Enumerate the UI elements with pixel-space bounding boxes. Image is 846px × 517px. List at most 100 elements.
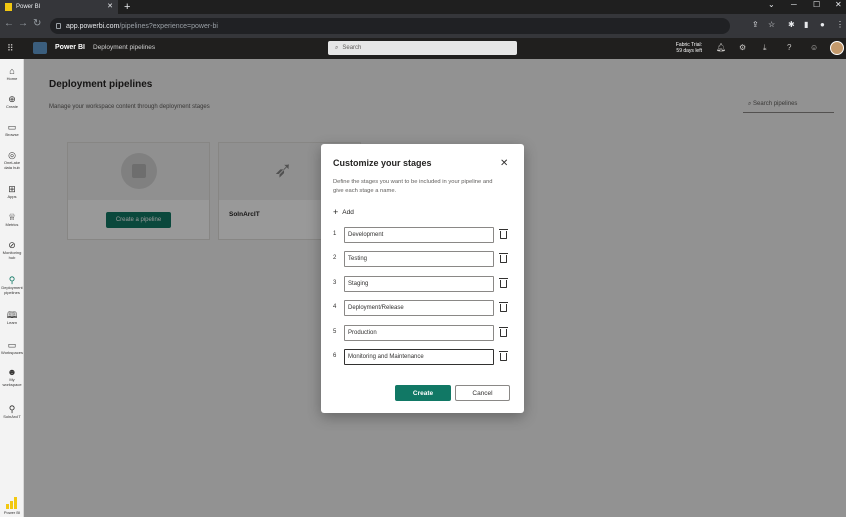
book-icon: 🕮︎ <box>6 310 18 320</box>
nav-home[interactable]: ⌂ Home <box>0 66 24 81</box>
dialog-title: Customize your stages <box>333 158 432 168</box>
delete-stage-trash-icon[interactable] <box>499 302 508 312</box>
workspace-logo-icon <box>33 42 47 54</box>
profile-icon[interactable]: ● <box>820 20 825 29</box>
nav-apps[interactable]: ⊞ Apps <box>0 184 24 199</box>
nav-workspaces[interactable]: ▭ Workspaces <box>0 340 24 355</box>
stage-row: 3 Staging <box>333 276 513 292</box>
stage-row: 5 Production <box>333 325 513 341</box>
new-tab-button[interactable]: + <box>124 0 130 14</box>
nav-label: Workspaces <box>1 350 23 355</box>
settings-gear-icon[interactable]: ⚙ <box>739 43 746 52</box>
forward-icon[interactable]: → <box>18 18 28 29</box>
pipeline-icon: ⚲ <box>8 275 16 285</box>
nav-metrics[interactable]: ♕ Metrics <box>0 212 24 227</box>
bookmark-star-icon[interactable]: ☆ <box>768 20 775 29</box>
global-search-input[interactable]: ⌕ Search <box>328 41 517 55</box>
back-icon[interactable]: ← <box>4 18 14 29</box>
nav-label: Browse <box>5 132 19 137</box>
onelake-icon: ◎ <box>8 150 16 160</box>
lock-icon <box>56 23 61 29</box>
delete-stage-trash-icon[interactable] <box>499 351 508 361</box>
maximize-icon[interactable]: ☐ <box>813 0 820 10</box>
metrics-trophy-icon: ♕ <box>7 212 17 222</box>
app-launcher-icon[interactable]: ⠿ <box>7 43 14 54</box>
delete-stage-trash-icon[interactable] <box>499 278 508 288</box>
stage-row: 4 Deployment/Release <box>333 300 513 316</box>
nav-onelake[interactable]: ◎ OneLake data hub <box>0 150 24 170</box>
stage-name-input[interactable]: Deployment/Release <box>344 300 494 316</box>
stage-number: 4 <box>333 304 337 310</box>
stage-name-input[interactable]: Monitoring and Maintenance <box>344 349 494 365</box>
minimize-icon[interactable]: ─ <box>791 0 797 10</box>
powerbi-favicon-icon <box>5 3 12 11</box>
delete-stage-trash-icon[interactable] <box>499 253 508 263</box>
stage-number: 1 <box>333 231 337 237</box>
dialog-description: Define the stages you want to be include… <box>333 179 493 194</box>
tab-close-icon[interactable]: ✕ <box>107 2 113 10</box>
add-stage-label: Add <box>342 209 354 216</box>
browser-tab[interactable]: Power BI ✕ <box>0 0 118 14</box>
help-icon[interactable]: ? <box>787 43 791 52</box>
share-icon[interactable]: ⇪ <box>752 20 759 29</box>
nav-label: Deployment pipelines <box>1 285 23 295</box>
stage-name-input[interactable]: Testing <box>344 251 494 267</box>
nav-label: SolnArcIT <box>3 414 21 419</box>
nav-learn[interactable]: 🕮︎ Learn <box>0 310 24 325</box>
nav-solnarcit[interactable]: ⚲ SolnArcIT <box>0 404 24 419</box>
stage-row: 2 Testing <box>333 251 513 267</box>
nav-label: Apps <box>7 194 17 199</box>
notifications-icon[interactable]: 🔔︎ <box>716 43 726 52</box>
monitoring-icon: ⊘ <box>8 240 16 250</box>
search-placeholder: Search <box>342 45 362 51</box>
nav-monitoring[interactable]: ⊘ Monitoring hub <box>0 240 24 260</box>
folder-icon: ▭ <box>7 122 17 132</box>
cancel-button[interactable]: Cancel <box>455 385 510 401</box>
add-stage-button[interactable]: + Add <box>333 208 354 217</box>
delete-stage-trash-icon[interactable] <box>499 327 508 337</box>
nav-label: Monitoring hub <box>2 250 22 260</box>
chevron-down-icon[interactable]: ⌄ <box>768 0 775 10</box>
url-host: app.powerbi.com <box>66 22 120 30</box>
plus-icon: + <box>333 207 339 217</box>
left-nav: ⌂ Home ⊕ Create ▭ Browse ◎ OneLake data … <box>0 59 24 517</box>
stage-name-input[interactable]: Staging <box>344 276 494 292</box>
account-avatar[interactable] <box>830 41 844 55</box>
search-icon: ⌕ <box>335 44 339 51</box>
feedback-icon[interactable]: ☺ <box>810 43 818 52</box>
nav-my-workspace[interactable]: ☻ My workspace <box>0 367 24 387</box>
user-avatar-icon: ☻ <box>7 367 17 377</box>
stage-row: 6 Monitoring and Maintenance <box>333 349 513 365</box>
nav-label: Metrics <box>5 222 19 227</box>
nav-deployment-pipelines[interactable]: ⚲ Deployment pipelines <box>0 275 24 295</box>
stage-name-input[interactable]: Development <box>344 227 494 243</box>
url-path: /pipelines?experience=power-bi <box>119 22 218 30</box>
breadcrumb: Deployment pipelines <box>93 44 156 51</box>
nav-label: OneLake data hub <box>3 160 21 170</box>
address-bar-row: ← → ↻ app.powerbi.com /pipelines?experie… <box>0 14 846 38</box>
workspace-pipeline-icon: ⚲ <box>8 404 16 414</box>
stage-row: 1 Development <box>333 227 513 243</box>
app-header: ⠿ Power BI Deployment pipelines ⌕ Search… <box>0 38 846 59</box>
extensions-icon[interactable]: ✱ <box>788 20 795 29</box>
brand-name[interactable]: Power BI <box>55 44 85 51</box>
nav-label: My workspace <box>2 377 22 387</box>
download-icon[interactable]: ⤓ <box>763 43 767 53</box>
url-bar[interactable]: app.powerbi.com /pipelines?experience=po… <box>50 18 730 34</box>
delete-stage-trash-icon[interactable] <box>499 229 508 239</box>
stage-name-input[interactable]: Production <box>344 325 494 341</box>
powerbi-logo-icon[interactable] <box>6 497 17 509</box>
nav-browse[interactable]: ▭ Browse <box>0 122 24 137</box>
home-icon: ⌂ <box>9 66 15 76</box>
trial-status[interactable]: Fabric Trial: 59 days left <box>666 42 702 54</box>
customize-stages-dialog: Customize your stages ✕ Define the stage… <box>321 144 524 413</box>
browser-tab-bar: Power BI ✕ + ⌄ ─ ☐ ✕ <box>0 0 846 14</box>
close-icon[interactable]: ✕ <box>500 159 508 169</box>
close-window-icon[interactable]: ✕ <box>835 0 842 10</box>
create-button[interactable]: Create <box>395 385 451 401</box>
powerbi-switcher-label[interactable]: Power BI <box>0 510 24 515</box>
reload-icon[interactable]: ↻ <box>33 18 41 29</box>
menu-kebab-icon[interactable]: ⋮ <box>836 20 844 29</box>
sidepanel-icon[interactable]: ▮ <box>804 20 808 29</box>
nav-create[interactable]: ⊕ Create <box>0 94 24 109</box>
